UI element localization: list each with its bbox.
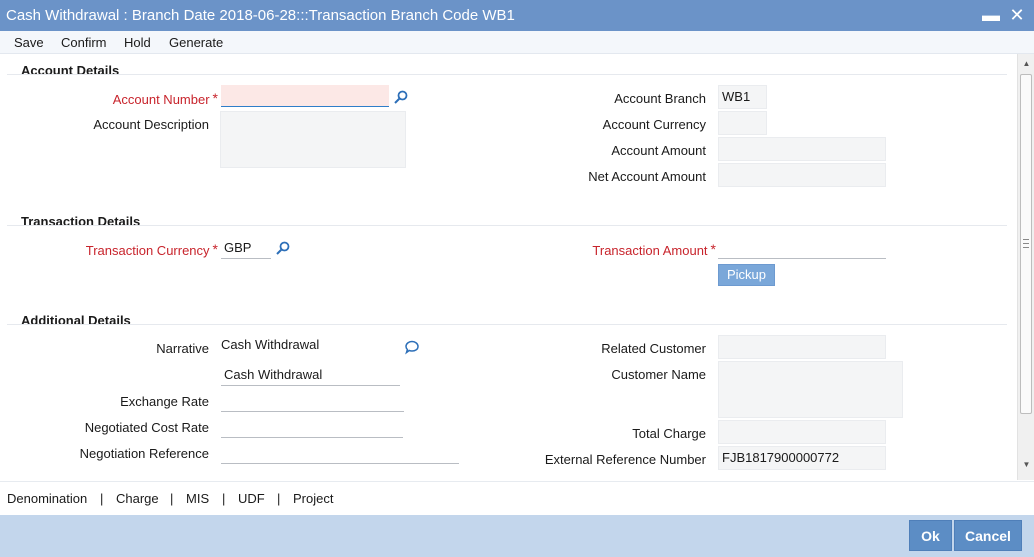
generate-button[interactable]: Generate: [169, 35, 223, 50]
project-link[interactable]: Project: [293, 491, 333, 506]
negotiation-reference-input[interactable]: [221, 442, 459, 464]
section-divider: [7, 74, 1007, 75]
account-amount-field: [718, 137, 886, 161]
udf-link[interactable]: UDF: [238, 491, 265, 506]
scroll-up-icon[interactable]: ▲: [1018, 55, 1034, 72]
form-content: Account Details Account Number * Account …: [0, 54, 1017, 480]
close-icon[interactable]: ✕: [1006, 4, 1028, 26]
account-currency-field: [718, 111, 767, 135]
narrative-label: Narrative: [156, 341, 209, 356]
toolbar: Save Confirm Hold Generate: [0, 31, 1034, 54]
minimize-icon[interactable]: ▬: [980, 4, 1002, 26]
transaction-currency-input[interactable]: GBP: [221, 237, 271, 259]
negotiated-cost-rate-label: Negotiated Cost Rate: [84, 420, 209, 435]
account-number-label: Account Number *: [112, 90, 218, 107]
link-separator: |: [222, 491, 226, 506]
window-title-bar: Cash Withdrawal : Branch Date 2018-06-28…: [0, 0, 1034, 31]
comment-icon[interactable]: [404, 339, 420, 355]
link-separator: |: [100, 491, 104, 506]
confirm-button[interactable]: Confirm: [61, 35, 107, 50]
account-currency-label: Account Currency: [602, 117, 706, 132]
related-customer-field[interactable]: [718, 335, 886, 359]
narrative-input[interactable]: Cash Withdrawal: [221, 364, 400, 386]
account-details-heading: Account Details: [21, 63, 120, 78]
total-charge-field: [718, 420, 886, 444]
link-separator: |: [170, 491, 174, 506]
section-divider: [7, 324, 1007, 325]
negotiated-cost-rate-input[interactable]: [221, 416, 403, 438]
window-title: Cash Withdrawal : Branch Date 2018-06-28…: [6, 7, 515, 24]
subsystem-links: Denomination | Charge | MIS | UDF | Proj…: [0, 481, 1034, 515]
negotiation-reference-label: Negotiation Reference: [79, 446, 209, 461]
transaction-amount-label: Transaction Amount *: [592, 241, 716, 258]
additional-details-heading: Additional Details: [21, 313, 131, 328]
scrollbar-thumb[interactable]: [1020, 74, 1032, 414]
save-button[interactable]: Save: [14, 35, 44, 50]
narrative-value: Cash Withdrawal: [221, 337, 320, 352]
grip-icon: [1023, 239, 1029, 248]
account-description-label: Account Description: [93, 117, 209, 132]
account-branch-label: Account Branch: [614, 91, 706, 106]
account-number-input[interactable]: [221, 85, 389, 107]
transaction-amount-input[interactable]: [718, 237, 886, 259]
required-marker: *: [710, 241, 716, 257]
net-account-amount-label: Net Account Amount: [588, 169, 706, 184]
ok-button[interactable]: Ok: [909, 520, 952, 551]
cancel-button[interactable]: Cancel: [954, 520, 1022, 551]
scroll-down-icon[interactable]: ▼: [1018, 456, 1034, 473]
charge-link[interactable]: Charge: [116, 491, 159, 506]
mis-link[interactable]: MIS: [186, 491, 209, 506]
customer-name-label: Customer Name: [611, 367, 706, 382]
denomination-link[interactable]: Denomination: [7, 491, 87, 506]
exchange-rate-label: Exchange Rate: [120, 394, 209, 409]
related-customer-label: Related Customer: [601, 341, 706, 356]
pickup-button[interactable]: Pickup: [718, 264, 775, 286]
footer-bar: Ok Cancel: [0, 515, 1034, 557]
required-marker: *: [212, 241, 218, 257]
transaction-details-heading: Transaction Details: [21, 214, 141, 229]
hold-button[interactable]: Hold: [124, 35, 151, 50]
customer-name-field: [718, 361, 903, 418]
account-amount-label: Account Amount: [611, 143, 706, 158]
search-icon[interactable]: [275, 240, 291, 256]
section-divider: [7, 225, 1007, 226]
external-reference-number-label: External Reference Number: [544, 452, 706, 467]
exchange-rate-input[interactable]: [221, 390, 404, 412]
required-marker: *: [212, 90, 218, 106]
total-charge-label: Total Charge: [632, 426, 706, 441]
net-account-amount-field: [718, 163, 886, 187]
vertical-scrollbar[interactable]: ▲ ▼: [1017, 54, 1034, 480]
transaction-currency-label: Transaction Currency *: [85, 241, 218, 258]
external-reference-number-field: FJB1817900000772: [718, 446, 886, 470]
account-branch-field: WB1: [718, 85, 767, 109]
search-icon[interactable]: [393, 89, 409, 105]
account-description-field[interactable]: [220, 111, 406, 168]
link-separator: |: [277, 491, 281, 506]
